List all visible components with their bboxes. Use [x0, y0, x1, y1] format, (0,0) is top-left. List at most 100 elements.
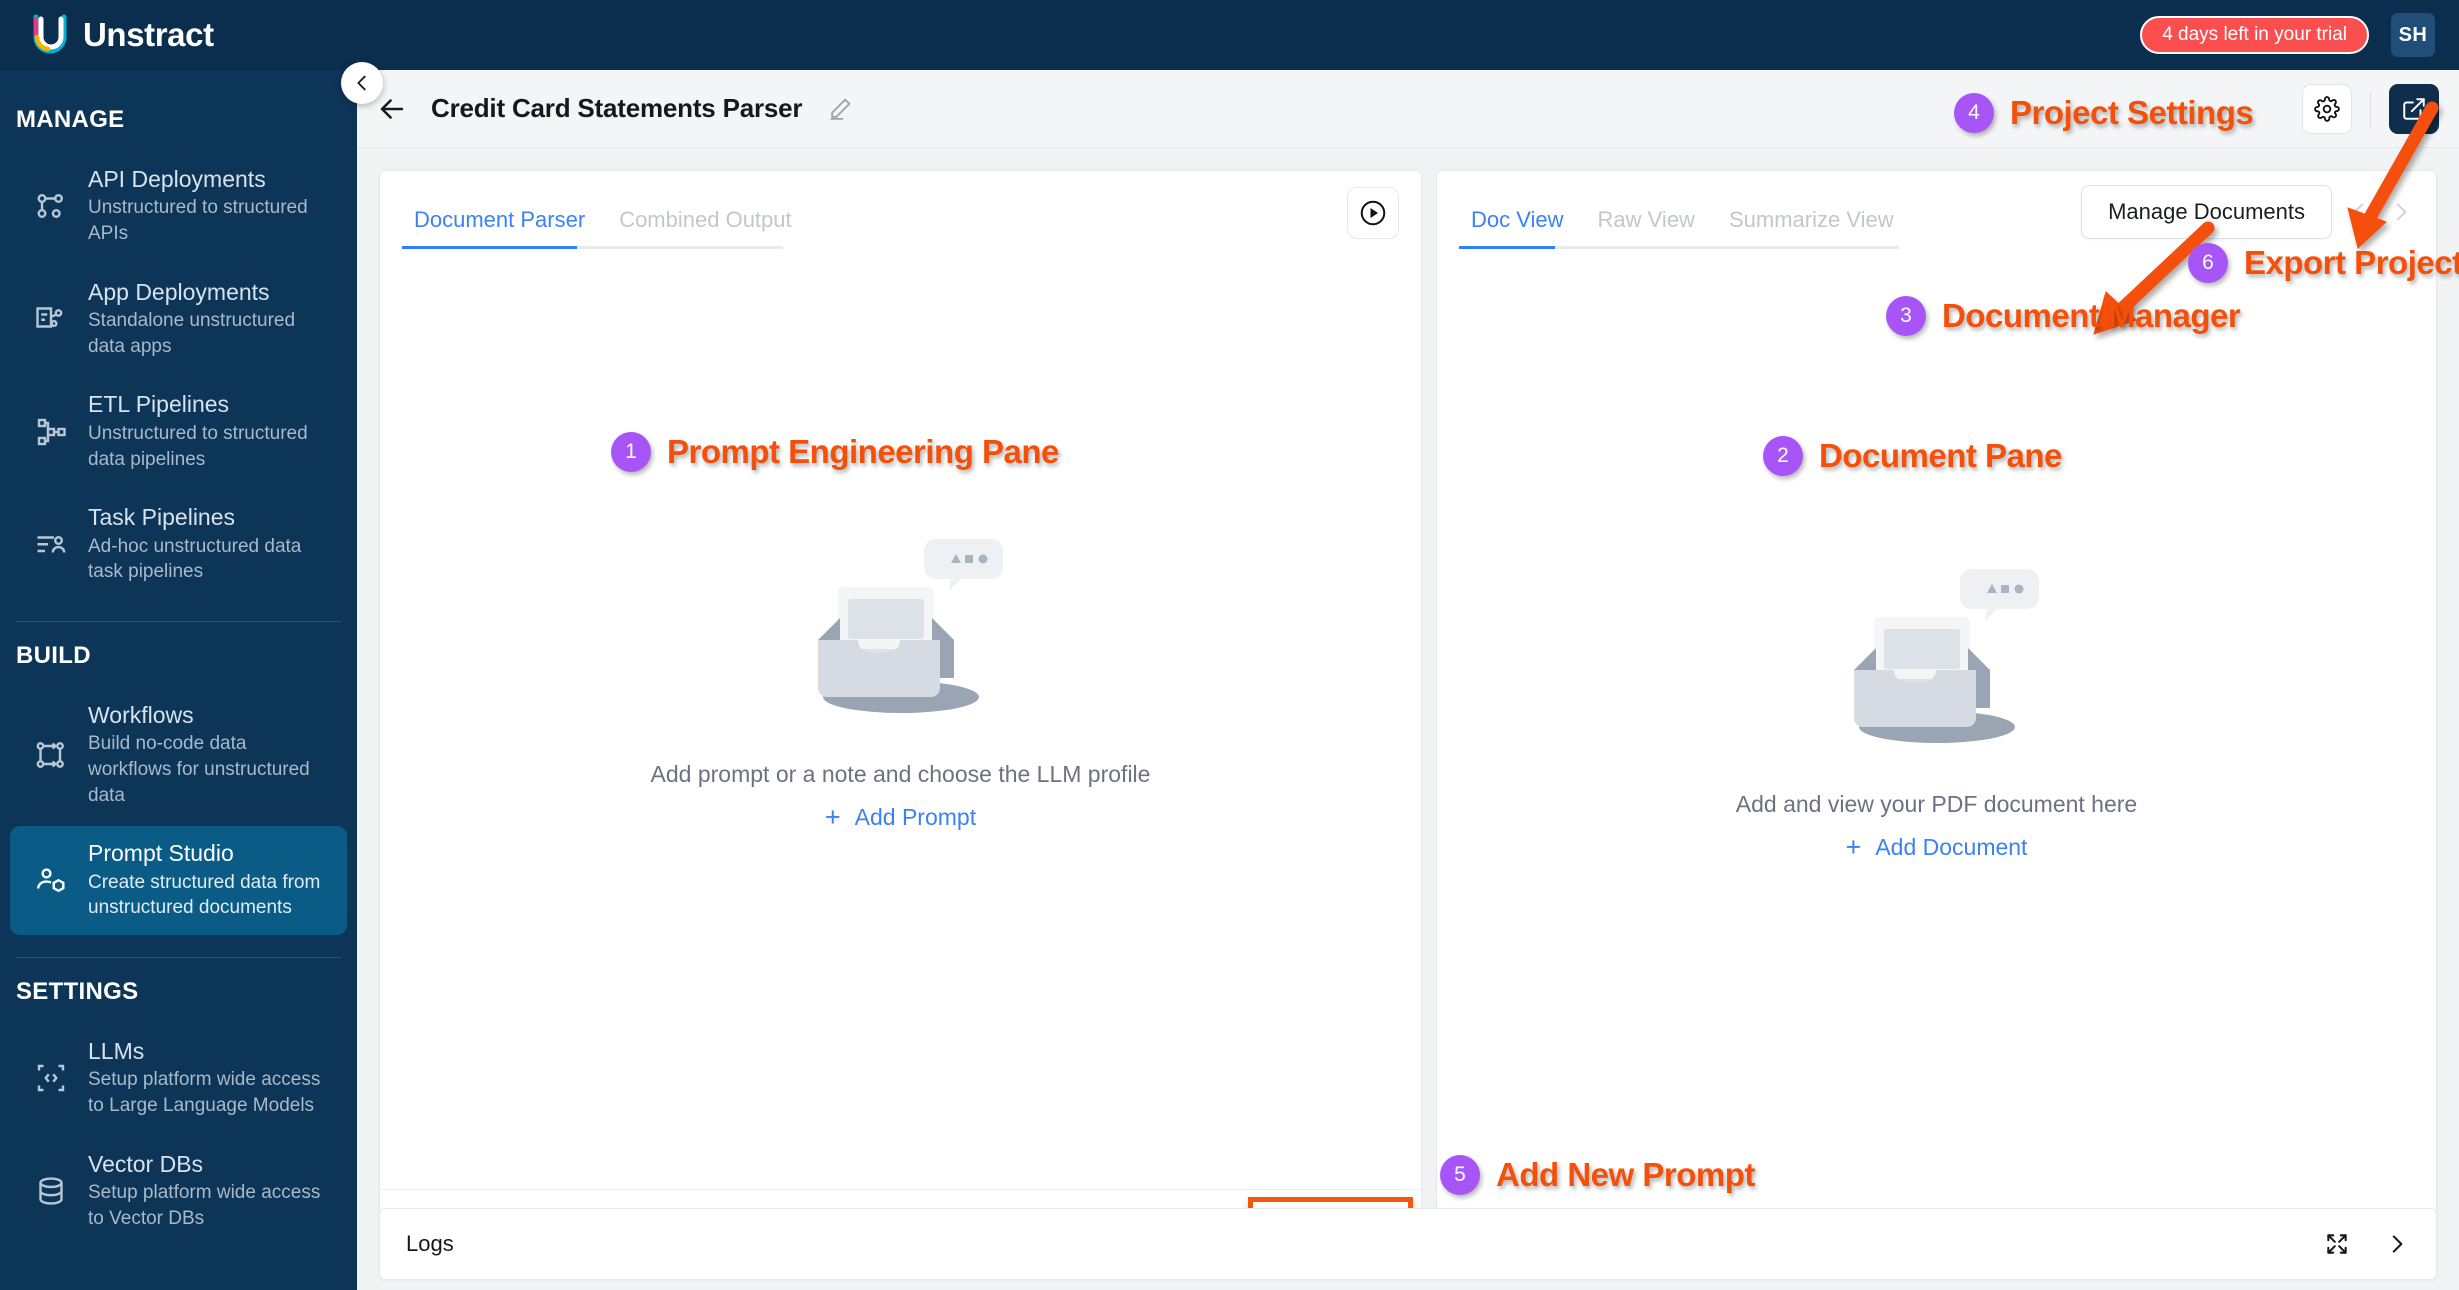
main-content: Credit Card Statements Parser Document P…: [357, 70, 2459, 1290]
inbox-document-icon: [1853, 569, 2039, 743]
brand-logo[interactable]: Unstract: [31, 13, 214, 57]
sidebar-item-desc: Standalone unstructured data apps: [88, 310, 296, 357]
app-deployments-icon: [32, 300, 70, 338]
gear-icon: [2314, 95, 2340, 122]
tab-document-parser[interactable]: Document Parser: [402, 207, 597, 249]
right-tabs-underline: [1459, 246, 1899, 249]
workflows-icon: [32, 736, 70, 774]
sidebar-divider: [16, 620, 341, 622]
sidebar-section-settings: SETTINGS: [16, 977, 139, 1005]
sidebar-item-label: API Deployments: [88, 166, 266, 192]
empty-inbox-illustration: [1832, 567, 2042, 757]
sidebar-item-prompt-studio[interactable]: Prompt Studio Create structured data fro…: [10, 826, 347, 935]
header-divider: [2370, 90, 2371, 127]
right-pane-empty-state: Add and view your PDF document here + Ad…: [1437, 249, 2436, 1269]
inbox-document-icon: [817, 539, 1003, 713]
sidebar-item-etl-pipelines[interactable]: ETL Pipelines Unstructured to structured…: [10, 377, 347, 486]
collapse-sidebar-button[interactable]: [341, 62, 383, 104]
vector-dbs-icon: [32, 1172, 70, 1210]
sidebar-section-manage: MANAGE: [16, 106, 125, 133]
empty-inbox-illustration: [796, 537, 1006, 727]
chevron-right-icon[interactable]: [2384, 1231, 2410, 1257]
etl-pipelines-icon: [32, 413, 70, 451]
top-bar-right: 4 days left in your trial SH: [2140, 13, 2435, 57]
sidebar-item-label: App Deployments: [88, 278, 270, 305]
chevron-left-icon: [357, 75, 366, 91]
plus-icon: +: [1845, 832, 1862, 862]
top-bar: Unstract 4 days left in your trial SH: [0, 0, 2459, 70]
sidebar-item-desc: Ad-hoc unstructured data task pipelines: [88, 535, 302, 583]
sidebar-item-label: Workflows: [88, 701, 194, 728]
sidebar-divider: [16, 956, 341, 958]
sidebar-item-label: ETL Pipelines: [88, 391, 230, 418]
panes-container: Document Parser Combined Output Add prom…: [357, 148, 2459, 1270]
api-deployments-icon: [32, 187, 70, 225]
sidebar-item-workflows[interactable]: Workflows Build no-code data workflows f…: [10, 688, 347, 822]
sidebar-item-label: Vector DBs: [88, 1150, 204, 1177]
sidebar-item-task-pipelines[interactable]: Task Pipelines Ad-hoc unstructured data …: [10, 490, 347, 599]
add-document-label: Add Document: [1875, 834, 2028, 860]
sidebar-item-api-deployments[interactable]: API Deployments Unstructured to structur…: [10, 152, 347, 261]
export-icon: [2403, 97, 2425, 120]
logs-label: Logs: [406, 1231, 454, 1256]
tab-summarize-view[interactable]: Summarize View: [1717, 207, 1906, 249]
left-pane-tabbar: Document Parser Combined Output: [380, 171, 1421, 249]
prompt-studio-icon: [32, 862, 70, 900]
sidebar-item-desc: Setup platform wide access to Large Lang…: [88, 1069, 321, 1117]
right-pane-tabbar: Doc View Raw View Summarize View Manage …: [1437, 171, 2436, 249]
sidebar-item-app-deployments[interactable]: App Deployments Standalone unstructured …: [10, 265, 347, 374]
left-pane-empty-text: Add prompt or a note and choose the LLM …: [650, 761, 1151, 787]
right-pane-empty-text: Add and view your PDF document here: [1735, 791, 2138, 817]
page-header: Credit Card Statements Parser: [357, 70, 2459, 148]
plus-icon: +: [824, 802, 841, 832]
task-pipelines-icon: [32, 526, 70, 564]
tab-combined-output[interactable]: Combined Output: [607, 207, 803, 249]
prompt-engineering-pane: Document Parser Combined Output Add prom…: [379, 170, 1422, 1270]
sidebar-item-desc: Build no-code data workflows for unstruc…: [88, 733, 310, 806]
run-prompt-button[interactable]: [1347, 187, 1399, 239]
manage-documents-button[interactable]: Manage Documents: [2081, 185, 2332, 239]
user-avatar[interactable]: SH: [2391, 13, 2435, 57]
back-arrow-icon[interactable]: [375, 92, 409, 126]
left-tabs-underline: [402, 246, 783, 249]
right-pane-tab-actions: Manage Documents: [2081, 185, 2414, 249]
pencil-icon[interactable]: [828, 96, 853, 121]
right-pane-tabs: Doc View Raw View Summarize View: [1459, 207, 1906, 249]
sidebar-item-desc: Setup platform wide access to Vector DBs: [88, 1182, 321, 1229]
sidebar-item-desc: Unstructured to structured APIs: [88, 197, 308, 245]
sidebar-item-label: Task Pipelines: [88, 504, 236, 531]
document-pane: Doc View Raw View Summarize View Manage …: [1436, 170, 2437, 1270]
brand-name: Unstract: [83, 16, 214, 53]
sidebar-item-desc: Create structured data from unstructured…: [88, 871, 321, 919]
add-prompt-link[interactable]: + Add Prompt: [825, 804, 976, 831]
sidebar-item-label: Prompt Studio: [88, 840, 234, 867]
prev-document-icon[interactable]: [2346, 199, 2372, 225]
play-circle-icon: [1360, 200, 1386, 226]
export-project-button[interactable]: [2389, 83, 2439, 134]
sidebar-item-llms[interactable]: LLMs Setup platform wide access to Large…: [10, 1024, 347, 1133]
document-pagination: [2346, 199, 2414, 225]
trial-badge[interactable]: 4 days left in your trial: [2140, 16, 2369, 54]
sidebar-section-build: BUILD: [16, 641, 91, 669]
app-root: Unstract 4 days left in your trial SH MA…: [0, 0, 2459, 1290]
add-prompt-label: Add Prompt: [854, 804, 977, 830]
logs-actions: [2324, 1231, 2410, 1257]
tab-doc-view[interactable]: Doc View: [1459, 207, 1576, 249]
tab-raw-view[interactable]: Raw View: [1586, 207, 1707, 249]
left-pane-empty-state: Add prompt or a note and choose the LLM …: [380, 249, 1421, 1269]
page-title: Credit Card Statements Parser: [431, 93, 803, 123]
sidebar: MANAGE API Deployments Unstructured to s…: [0, 70, 357, 1290]
page-header-actions: [2302, 83, 2439, 134]
add-document-link[interactable]: + Add Document: [1846, 834, 2028, 861]
sidebar-item-label: LLMs: [88, 1037, 145, 1064]
sidebar-item-desc: Unstructured to structured data pipeline…: [88, 422, 308, 470]
next-document-icon[interactable]: [2388, 199, 2414, 225]
unstract-logo-icon: [33, 14, 67, 54]
left-pane-tab-actions: [1347, 187, 1399, 249]
llms-icon: [32, 1059, 70, 1097]
sidebar-item-vector-dbs[interactable]: Vector DBs Setup platform wide access to…: [10, 1137, 347, 1246]
left-pane-tabs: Document Parser Combined Output: [402, 207, 804, 249]
logs-bar[interactable]: Logs: [379, 1208, 2437, 1280]
expand-arrows-icon[interactable]: [2324, 1231, 2350, 1257]
project-settings-button[interactable]: [2302, 83, 2352, 134]
